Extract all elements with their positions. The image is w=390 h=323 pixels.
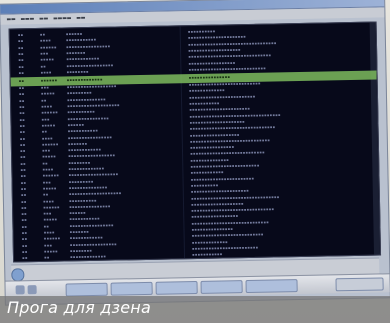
menu-item[interactable]: ▬▬▬▬ (53, 15, 71, 21)
system-tray (335, 277, 384, 292)
taskbar-button[interactable] (65, 282, 108, 297)
menu-item[interactable]: ▬▬▬ (20, 16, 34, 22)
taskbar-button[interactable] (110, 281, 153, 296)
window-icon[interactable] (15, 285, 25, 295)
log-console[interactable]: ▪▪ ▪▪ ▪▪▪▪▪▪ ▪▪▪▪▪▪▪▪▪▪ ▪▪ ▪▪▪▪ ▪▪▪▪▪▪▪▪▪▪▪ ▪▪▪… (8, 21, 382, 263)
menu-item[interactable]: ▬▬ (39, 16, 48, 22)
taskbar-button[interactable] (200, 280, 243, 294)
caption-text: Прога для дзена (7, 298, 151, 317)
taskbar-button[interactable] (245, 279, 298, 294)
menu-item[interactable]: ▬▬ (76, 15, 85, 21)
taskbar-button[interactable] (155, 280, 198, 295)
menu-item[interactable]: ▬▬ (6, 16, 15, 22)
app-window: ▬▬ ▬▬▬ ▬▬ ▬▬▬▬ ▬▬ ▪▪ ▪▪ ▪▪▪▪▪▪ ▪▪▪▪▪▪▪▪▪▪ ▪▪… (0, 0, 390, 306)
window-icon[interactable] (27, 285, 37, 295)
